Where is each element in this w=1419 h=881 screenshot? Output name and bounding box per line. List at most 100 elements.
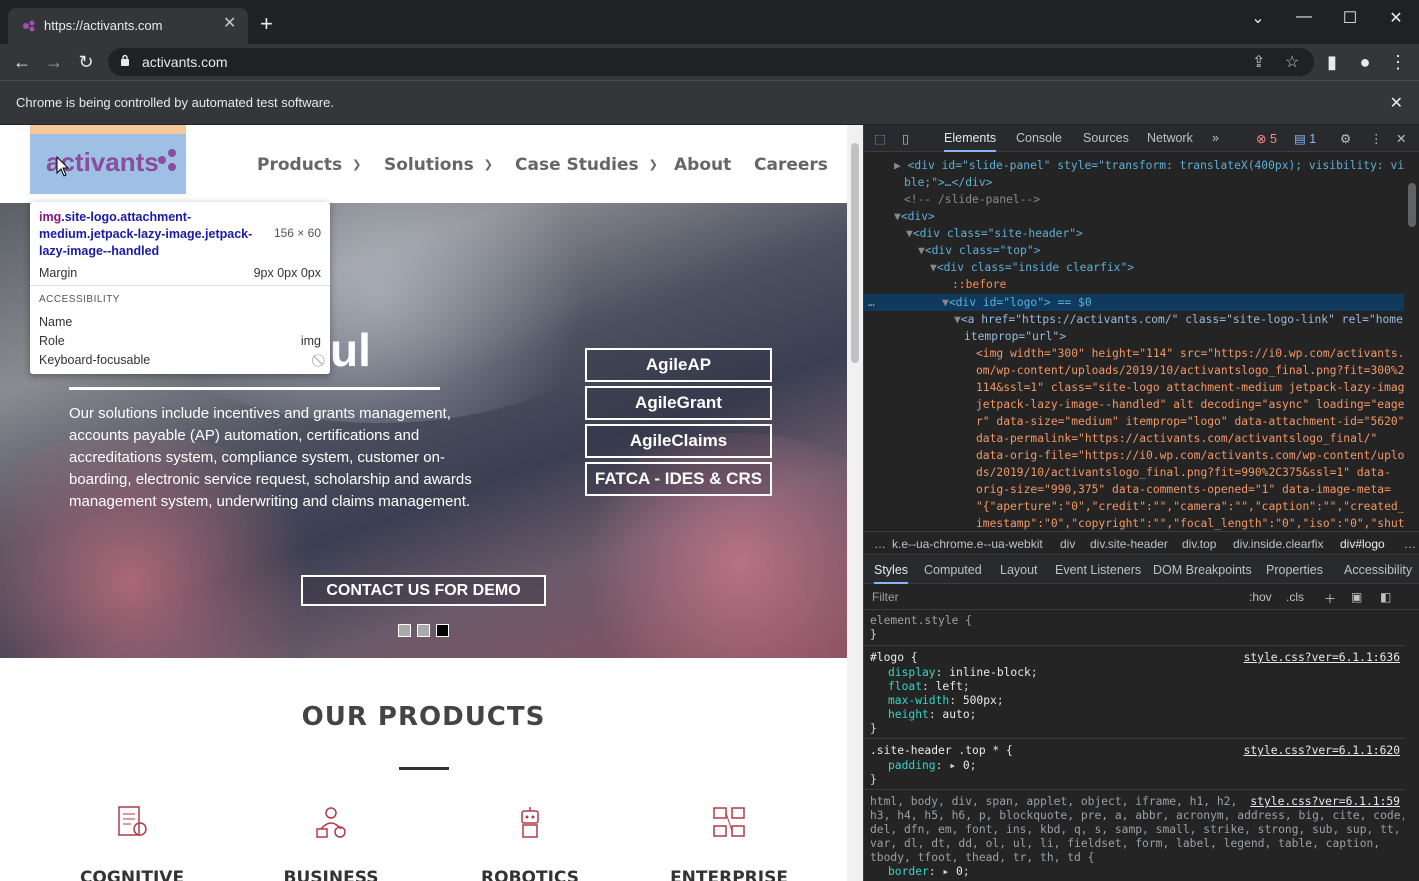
reset-rule-selector[interactable]: html, body, div, span, applet, object, i… (870, 795, 1237, 809)
css-declaration[interactable]: float: left; (888, 680, 970, 694)
dom-line[interactable]: ▼<div class="inside clearfix"> (930, 259, 1134, 276)
fatca-button[interactable]: FATCA - IDES & CRS (585, 462, 772, 496)
tab-network[interactable]: Network (1147, 131, 1193, 145)
dom-line[interactable]: "{"aperture":"0","credit":"","camera":""… (976, 498, 1404, 515)
css-declaration[interactable]: display: inline-block; (888, 666, 1038, 680)
crumb[interactable]: div.site-header (1090, 537, 1168, 551)
page-scrollbar-thumb[interactable] (851, 143, 859, 363)
browser-menu-icon[interactable]: ⋮ (1386, 50, 1410, 74)
hov-toggle[interactable]: :hov (1249, 590, 1272, 604)
dom-line[interactable]: orig-size="990,375" data-comments-opened… (976, 481, 1391, 498)
css-declaration[interactable]: height: auto; (888, 708, 976, 722)
share-icon[interactable]: ⇪ (1252, 52, 1265, 72)
infobar-close-icon[interactable]: ✕ (1390, 93, 1403, 113)
tab-search-icon[interactable]: ⌄ (1243, 8, 1273, 28)
element-style-selector[interactable]: element.style { (870, 614, 972, 628)
slider-dot-active[interactable] (436, 624, 449, 637)
inspect-element-icon[interactable]: ⬚ (874, 131, 886, 146)
agilegrant-button[interactable]: AgileGrant (585, 386, 772, 420)
crumb[interactable]: div (1060, 537, 1075, 551)
dom-line[interactable]: r" data-size="medium" itemprop="logo" da… (976, 413, 1404, 430)
crumb[interactable]: div.top (1182, 537, 1216, 551)
bookmark-star-icon[interactable]: ☆ (1285, 52, 1299, 72)
logo-rule-source-link[interactable]: style.css?ver=6.1.1:636 (1244, 651, 1400, 665)
new-tab-button[interactable]: + (260, 13, 273, 35)
back-arrow-icon[interactable]: ← (10, 50, 34, 74)
close-window-button[interactable]: ✕ (1381, 8, 1411, 28)
minimize-button[interactable]: — (1289, 8, 1319, 26)
dom-line[interactable]: ::before (952, 276, 1006, 293)
filter-input[interactable]: Filter (872, 590, 899, 604)
dom-line[interactable]: om/wp-content/uploads/2019/10/activantsl… (976, 362, 1404, 379)
css-declaration[interactable]: border: ▸ 0; (888, 865, 970, 879)
nav-products[interactable]: Products ❯ (257, 155, 361, 175)
more-tabs-icon[interactable]: » (1212, 131, 1219, 145)
settings-gear-icon[interactable]: ⚙ (1340, 131, 1351, 146)
crumb[interactable]: … (1404, 537, 1416, 551)
device-toolbar-icon[interactable]: ▯ (902, 131, 909, 146)
page-scrollbar[interactable] (847, 125, 863, 881)
dom-line[interactable]: <img width="300" height="114" src="https… (976, 345, 1404, 362)
nav-about[interactable]: About (674, 155, 731, 175)
crumb[interactable]: k.e--ua-chrome.e--ua-webkit (892, 537, 1043, 551)
top-rule-selector[interactable]: .site-header .top * { (870, 744, 1013, 758)
dom-line[interactable]: ▼<div> (894, 208, 935, 225)
dom-line-selected[interactable]: ▼<div id="logo"> == $0 (942, 294, 1092, 311)
dom-line[interactable]: ble;">…</div> (904, 174, 992, 191)
dom-line[interactable]: <!-- /slide-panel--> (904, 191, 1040, 208)
message-badge[interactable]: ▤ 1 (1294, 131, 1316, 146)
dom-line[interactable]: data-permalink="https://activants.com/ac… (976, 430, 1377, 447)
tab-properties[interactable]: Properties (1266, 563, 1323, 577)
nav-careers[interactable]: Careers (754, 155, 828, 175)
forward-arrow-icon[interactable]: → (42, 50, 66, 74)
row-ellipsis[interactable]: … (868, 294, 875, 311)
css-declaration[interactable]: padding: ▸ 0; (888, 759, 976, 773)
agileap-button[interactable]: AgileAP (585, 348, 772, 382)
dom-line[interactable]: ▶ <div id="slide-panel" style="transform… (894, 157, 1404, 174)
close-devtools-icon[interactable]: ✕ (1396, 131, 1406, 146)
reload-icon[interactable]: ↻ (74, 50, 98, 74)
tab-computed[interactable]: Computed (924, 563, 982, 577)
dom-line[interactable]: data-orig-file="https://i0.wp.com/activa… (976, 447, 1404, 464)
tab-sources[interactable]: Sources (1083, 131, 1129, 145)
site-logo[interactable]: activants (30, 134, 186, 194)
slider-dot[interactable] (417, 624, 430, 637)
toggle-sidebar-icon[interactable]: ◧ (1380, 590, 1391, 604)
cls-toggle[interactable]: .cls (1286, 590, 1304, 604)
nav-case-studies[interactable]: Case Studies ❯ (515, 155, 658, 175)
crumb[interactable]: div.inside.clearfix (1233, 537, 1323, 551)
dom-line[interactable]: jetpack-lazy-image--handled" alt decodin… (976, 396, 1404, 413)
tab-console[interactable]: Console (1016, 131, 1062, 145)
tab-accessibility[interactable]: Accessibility (1344, 563, 1412, 577)
error-badge[interactable]: ⊗ 5 (1256, 131, 1277, 146)
dom-line[interactable]: imestamp":"0","copyright":"","focal_leng… (976, 515, 1404, 531)
agileclaims-button[interactable]: AgileClaims (585, 424, 772, 458)
paint-brush-icon[interactable]: ▣ (1351, 590, 1362, 604)
dom-scrollbar[interactable] (1404, 153, 1419, 531)
top-rule-source-link[interactable]: style.css?ver=6.1.1:620 (1244, 744, 1400, 758)
dom-line[interactable]: ▼<div class="site-header"> (906, 225, 1083, 242)
tab-styles[interactable]: Styles (874, 563, 909, 584)
tab-layout[interactable]: Layout (1000, 563, 1038, 577)
nav-solutions[interactable]: Solutions ❯ (384, 155, 493, 175)
new-rule-icon[interactable]: ＋ (1324, 590, 1336, 607)
css-declaration[interactable]: max-width: 500px; (888, 694, 1004, 708)
browser-tab[interactable]: https://activants.com ✕ (8, 8, 248, 44)
contact-demo-button[interactable]: CONTACT US FOR DEMO (301, 575, 546, 606)
side-panel-icon[interactable]: ▮ (1320, 50, 1344, 74)
tab-elements[interactable]: Elements (944, 131, 997, 152)
dom-line[interactable]: ▼<div class="top"> (918, 242, 1040, 259)
crumb-active[interactable]: div#logo (1340, 537, 1385, 551)
tab-dom-breakpoints[interactable]: DOM Breakpoints (1153, 563, 1252, 577)
dom-line[interactable]: ▼<a href="https://activants.com/" class=… (954, 311, 1404, 328)
close-tab-icon[interactable]: ✕ (223, 16, 236, 32)
reset-rule-source-link[interactable]: style.css?ver=6.1.1:59 (1250, 795, 1400, 809)
logo-rule-selector[interactable]: #logo { (870, 651, 918, 665)
profile-avatar-icon[interactable]: ● (1353, 50, 1377, 74)
address-bar[interactable]: activants.com ⇪ ☆ (108, 48, 1314, 76)
dom-line[interactable]: 114&ssl=1" class="site-logo attachment-m… (976, 379, 1404, 396)
dom-line[interactable]: itemprop="url"> (964, 328, 1066, 345)
crumb[interactable]: … (874, 537, 886, 551)
dom-scrollbar-thumb[interactable] (1408, 183, 1416, 227)
devtools-menu-icon[interactable]: ⋮ (1370, 131, 1383, 146)
